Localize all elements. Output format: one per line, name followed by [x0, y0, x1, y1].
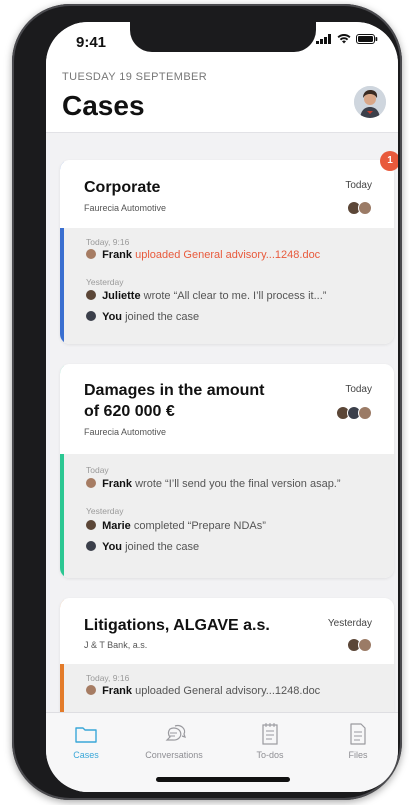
- case-company: Faurecia Automotive: [84, 203, 167, 213]
- notification-badge: 1: [380, 151, 398, 171]
- tab-cases[interactable]: Cases: [46, 721, 126, 760]
- activity-item: Frank wrote “I’ll send you the final ver…: [86, 478, 341, 490]
- wifi-icon: [337, 34, 351, 44]
- activity-text: completed “Prepare NDAs”: [133, 520, 266, 532]
- app-screen: TUESDAY 19 SEPTEMBER Cases 9:41 Corporat…: [46, 22, 398, 792]
- battery-icon: [356, 34, 378, 44]
- activity-text[interactable]: uploaded General advisory...1248.doc: [135, 249, 320, 261]
- tab-todos[interactable]: To-dos: [230, 721, 310, 760]
- activity-user: Frank: [102, 478, 133, 490]
- case-date: Today: [345, 180, 372, 191]
- signal-icon: [316, 34, 331, 44]
- participant-avatar: [358, 201, 372, 215]
- case-activity: Today, 9:16 Frank uploaded General advis…: [64, 664, 394, 712]
- case-company: J & T Bank, a.s.: [84, 640, 148, 650]
- participants-avatars: [336, 406, 372, 420]
- case-card-litigations[interactable]: Litigations, ALGAVE a.s. J & T Bank, a.s…: [60, 598, 394, 712]
- case-card-header: Litigations, ALGAVE a.s. J & T Bank, a.s…: [60, 598, 394, 664]
- user-avatar[interactable]: [354, 86, 386, 118]
- case-card-corporate[interactable]: Corporate Faurecia Automotive Today Toda…: [60, 160, 394, 344]
- status-time: 9:41: [76, 34, 107, 51]
- case-activity: Today Frank wrote “I’ll send you the fin…: [64, 454, 394, 578]
- participant-avatar: [358, 406, 372, 420]
- file-icon: [318, 721, 398, 747]
- case-date: Yesterday: [327, 618, 372, 629]
- home-indicator: [156, 777, 290, 782]
- notepad-icon: [230, 721, 310, 747]
- activity-text: uploaded General advisory...1248.doc: [135, 685, 321, 697]
- activity-time: Today, 9:16: [86, 237, 130, 247]
- activity-user: You: [102, 541, 123, 553]
- user-avatar-mini: [86, 311, 96, 321]
- folder-icon: [46, 721, 126, 747]
- activity-user: You: [102, 311, 123, 323]
- user-avatar-mini: [86, 249, 96, 259]
- tab-label: Conversations: [145, 750, 203, 760]
- activity-text: joined the case: [125, 311, 200, 323]
- activity-text: wrote “I’ll send you the final version a…: [135, 478, 341, 490]
- activity-item: You joined the case: [86, 311, 199, 323]
- participant-avatar: [358, 638, 372, 652]
- activity-user: Marie: [102, 520, 131, 532]
- case-date: Today: [345, 384, 372, 395]
- cases-list[interactable]: Corporate Faurecia Automotive Today Toda…: [46, 132, 398, 712]
- activity-item: Juliette wrote “All clear to me. I’ll pr…: [86, 290, 326, 302]
- case-title: Damages in the amount of 620 000 €: [84, 382, 265, 420]
- activity-user: Juliette: [102, 290, 141, 302]
- device-notch: [130, 22, 316, 52]
- user-avatar-mini: [86, 478, 96, 488]
- activity-item: You joined the case: [86, 541, 199, 553]
- tab-label: Files: [348, 750, 368, 760]
- tab-conversations[interactable]: Conversations: [134, 721, 214, 760]
- tab-files[interactable]: Files: [318, 721, 398, 760]
- activity-time: Yesterday: [86, 506, 124, 516]
- header-date: TUESDAY 19 SEPTEMBER: [62, 71, 208, 83]
- case-title: Corporate: [84, 179, 161, 196]
- activity-text: joined the case: [125, 541, 200, 553]
- participants-avatars: [347, 638, 372, 652]
- activity-time: Today: [86, 465, 109, 475]
- user-avatar-mini: [86, 520, 96, 530]
- activity-time: Today, 9:16: [86, 673, 130, 683]
- user-avatar-mini: [86, 685, 96, 695]
- phone-frame: TUESDAY 19 SEPTEMBER Cases 9:41 Corporat…: [12, 4, 402, 800]
- status-icons: [316, 34, 378, 44]
- case-activity: Today, 9:16 Frank uploaded General advis…: [64, 228, 394, 344]
- case-card-header: Corporate Faurecia Automotive Today: [60, 160, 394, 228]
- activity-user: Frank: [102, 249, 133, 261]
- tab-label: To-dos: [256, 750, 284, 760]
- activity-text: wrote “All clear to me. I’ll process it.…: [143, 290, 327, 302]
- activity-user: Frank: [102, 685, 133, 697]
- activity-item: Frank uploaded General advisory...1248.d…: [86, 249, 320, 261]
- tab-label: Cases: [73, 750, 99, 760]
- activity-item: Frank uploaded General advisory...1248.d…: [86, 685, 320, 697]
- activity-item: Marie completed “Prepare NDAs”: [86, 520, 266, 532]
- case-title: Litigations, ALGAVE a.s.: [84, 617, 270, 634]
- user-avatar-mini: [86, 541, 96, 551]
- activity-time: Yesterday: [86, 277, 124, 287]
- page-title: Cases: [62, 90, 145, 121]
- case-company: Faurecia Automotive: [84, 427, 167, 437]
- case-card-damages[interactable]: Damages in the amount of 620 000 € Faure…: [60, 364, 394, 578]
- case-card-header: Damages in the amount of 620 000 € Faure…: [60, 364, 394, 454]
- participants-avatars: [347, 201, 372, 215]
- chat-icon: [134, 721, 214, 747]
- user-avatar-mini: [86, 290, 96, 300]
